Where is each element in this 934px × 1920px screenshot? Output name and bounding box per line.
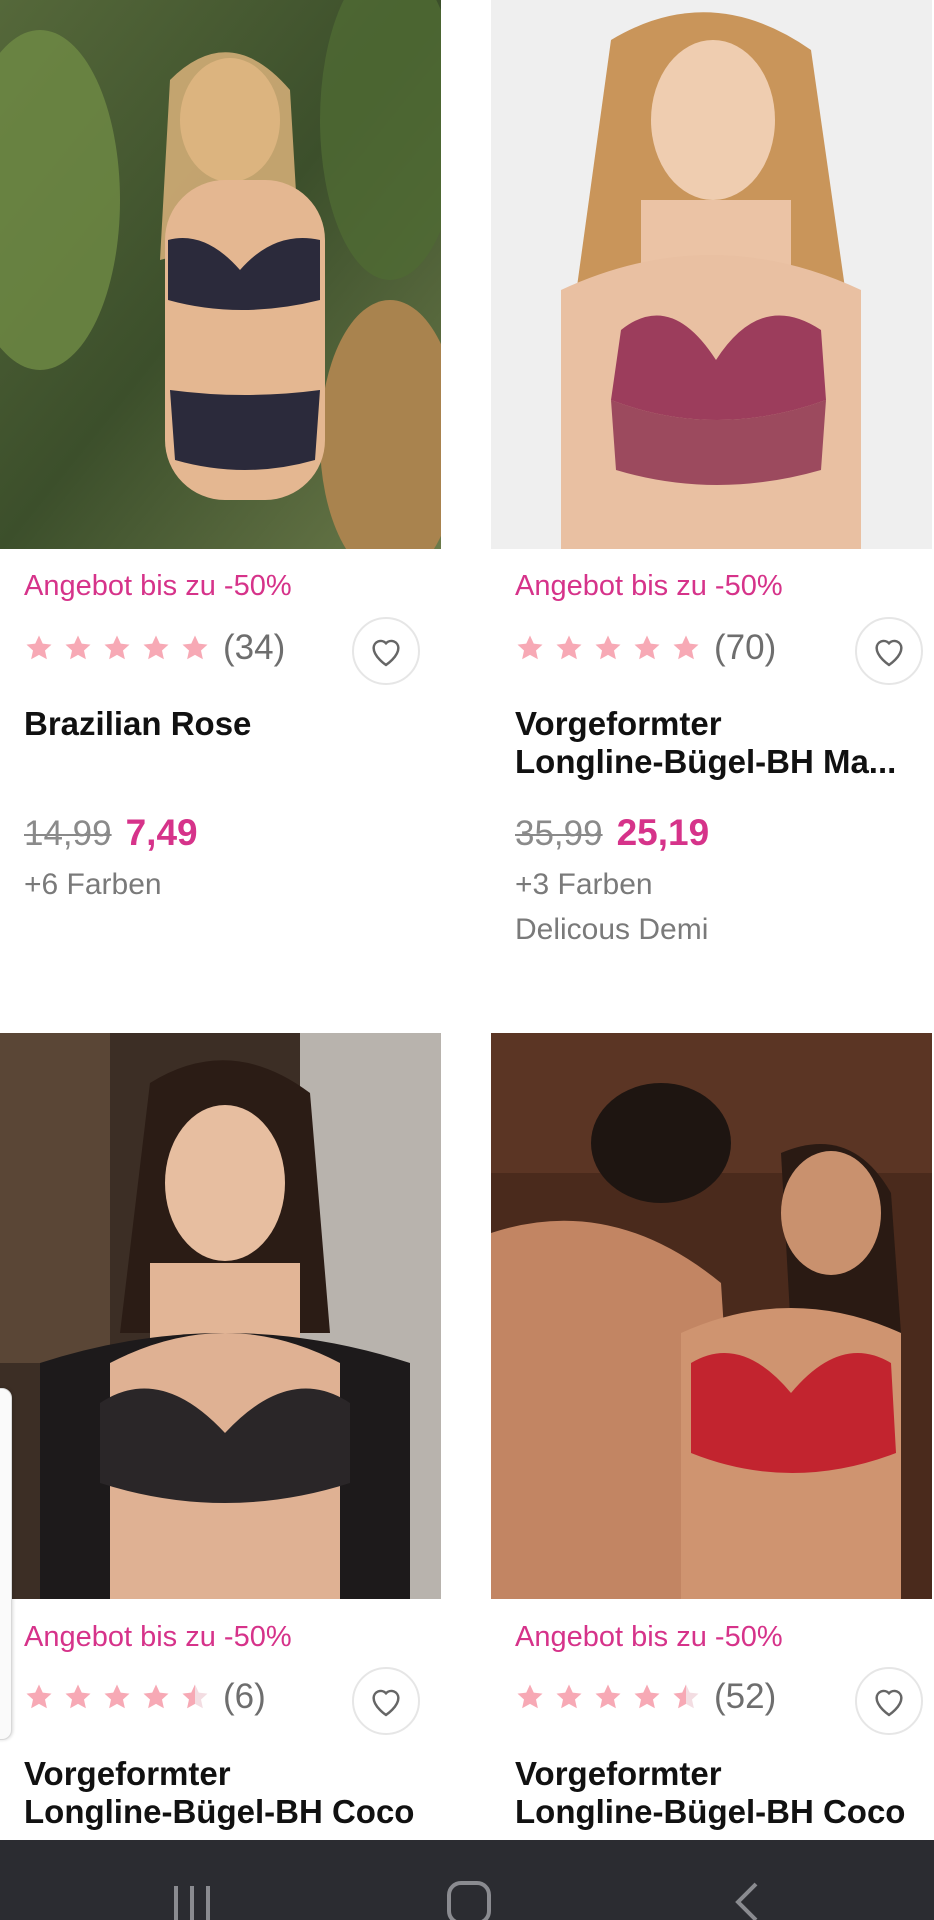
rating-stars: (6) xyxy=(24,1677,266,1717)
recent-apps-button[interactable] xyxy=(170,1880,214,1920)
home-button[interactable] xyxy=(446,1880,492,1920)
promo-label: Angebot bis zu -50% xyxy=(515,570,783,602)
review-count[interactable]: (6) xyxy=(223,1677,266,1717)
star-icon xyxy=(182,635,208,660)
product-title-line1: Vorgeformter xyxy=(515,705,722,742)
star-icon xyxy=(595,635,621,660)
product-image-1[interactable] xyxy=(0,0,441,549)
heart-icon xyxy=(372,639,400,667)
star-icon xyxy=(517,1684,543,1709)
product-image-3[interactable] xyxy=(0,1033,441,1599)
product-title-line1: Vorgeformter xyxy=(515,1755,722,1792)
review-count[interactable]: (70) xyxy=(714,628,776,668)
product-title-line1: Vorgeformter xyxy=(24,1755,231,1792)
sale-price: 7,49 xyxy=(125,812,198,853)
back-icon xyxy=(735,1882,758,1920)
old-price: 35,99 xyxy=(515,814,603,853)
promo-label: Angebot bis zu -50% xyxy=(24,570,292,602)
promo-label: Angebot bis zu -50% xyxy=(515,1621,783,1653)
review-count[interactable]: (34) xyxy=(223,628,285,668)
heart-icon xyxy=(372,1689,400,1717)
home-icon xyxy=(447,1881,491,1920)
product-title[interactable]: Vorgeformter Longline-Bügel-BH Coco xyxy=(515,1755,934,1831)
price: 14,99 7,49 xyxy=(24,812,198,854)
star-icon xyxy=(65,1684,91,1709)
star-icon xyxy=(556,1684,582,1709)
product-title[interactable]: Vorgeformter Longline-Bügel-BH Ma... xyxy=(515,705,934,781)
product-image-2[interactable] xyxy=(491,0,932,549)
product-card-4[interactable]: Angebot bis zu -50% (52) Vorgeformter Lo… xyxy=(491,1033,932,1830)
rating-stars: (70) xyxy=(515,628,776,668)
favorite-button[interactable] xyxy=(855,1667,923,1735)
product-card-3[interactable]: Angebot bis zu -50% (6) Vorgeformter Lon… xyxy=(0,1033,441,1830)
heart-icon xyxy=(875,1689,903,1717)
product-card-1[interactable]: Angebot bis zu -50% (34) Brazilian Rose … xyxy=(0,0,441,901)
favorite-button[interactable] xyxy=(352,1667,420,1735)
color-count[interactable]: +3 Farben xyxy=(515,868,653,902)
product-title[interactable]: Vorgeformter Longline-Bügel-BH Coco xyxy=(24,1755,444,1831)
star-icon xyxy=(634,635,660,660)
favorite-button[interactable] xyxy=(855,617,923,685)
product-image-4[interactable] xyxy=(491,1033,932,1599)
product-title-line2: Longline-Bügel-BH Coco xyxy=(515,1793,906,1830)
rating-stars: (52) xyxy=(515,1677,776,1717)
star-icon xyxy=(104,1684,130,1709)
star-icon xyxy=(634,1684,660,1709)
star-icon xyxy=(143,1684,169,1709)
product-title-line2: Longline-Bügel-BH Ma... xyxy=(515,743,897,780)
product-title[interactable]: Brazilian Rose xyxy=(24,705,444,743)
star-icon xyxy=(595,1684,621,1709)
star-icon xyxy=(65,635,91,660)
half-star-icon xyxy=(182,1684,208,1709)
color-count[interactable]: +6 Farben xyxy=(24,868,162,902)
old-price: 14,99 xyxy=(24,814,112,853)
price: 35,99 25,19 xyxy=(515,812,709,854)
product-card-2[interactable]: Angebot bis zu -50% (70) Vorgeformter Lo… xyxy=(491,0,932,946)
star-icon xyxy=(26,635,52,660)
system-nav-bar xyxy=(0,1840,934,1920)
back-button[interactable] xyxy=(732,1880,762,1920)
drawer-handle[interactable] xyxy=(0,1388,12,1740)
product-title-line1: Brazilian Rose xyxy=(24,705,252,742)
collection-name: Delicous Demi xyxy=(515,913,709,946)
star-icon xyxy=(517,635,543,660)
review-count[interactable]: (52) xyxy=(714,1677,776,1717)
product-title-line2: Longline-Bügel-BH Coco xyxy=(24,1793,415,1830)
star-icon xyxy=(26,1684,52,1709)
favorite-button[interactable] xyxy=(352,617,420,685)
star-icon xyxy=(556,635,582,660)
star-icon xyxy=(143,635,169,660)
promo-label: Angebot bis zu -50% xyxy=(24,1621,292,1653)
recent-apps-icon xyxy=(174,1886,210,1920)
heart-icon xyxy=(875,639,903,667)
star-icon xyxy=(104,635,130,660)
sale-price: 25,19 xyxy=(616,812,710,853)
star-icon xyxy=(673,635,699,660)
rating-stars: (34) xyxy=(24,628,285,668)
half-star-icon xyxy=(673,1684,699,1709)
